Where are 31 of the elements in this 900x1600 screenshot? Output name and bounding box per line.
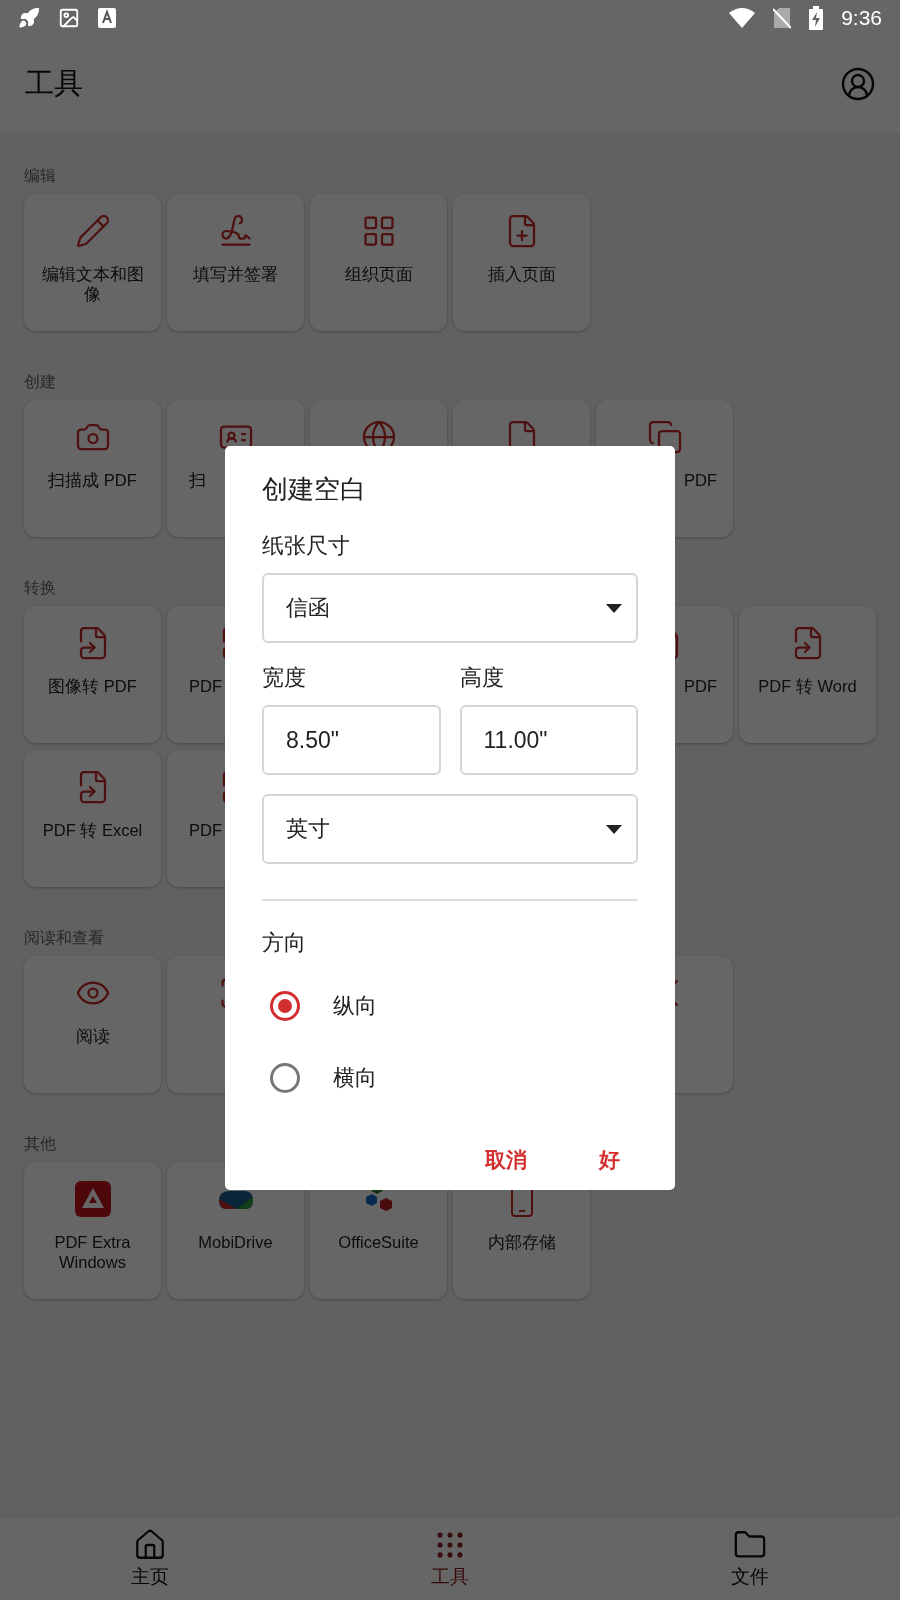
tile-label: MobiDrive xyxy=(198,1232,273,1252)
tile-label: PDF 转 Word xyxy=(758,676,857,696)
radio-label: 纵向 xyxy=(333,992,377,1020)
tile-label: PDF Extra Windows xyxy=(53,1232,132,1272)
tile-label: OfficeSuite xyxy=(338,1232,419,1252)
tile-label: PDF xyxy=(684,470,717,490)
tile-label: 扫 xyxy=(189,470,206,490)
tile-label: 编辑文本和图像 xyxy=(40,264,145,304)
tile-label: PDF 转 Excel xyxy=(42,820,143,840)
field-label: 高度 xyxy=(459,664,505,692)
tile-label: PDF xyxy=(189,820,222,840)
tile-label: 阅读 xyxy=(75,1026,110,1046)
section-heading: 阅读和查看 xyxy=(24,928,104,948)
field-label: 宽度 xyxy=(262,664,307,692)
tile-label: 组织页面 xyxy=(344,264,413,284)
clock-time: 9:36 xyxy=(841,6,882,30)
tile-label: 内部存储 xyxy=(487,1232,556,1252)
tile-label: PDF xyxy=(189,676,222,696)
section-heading: 创建 xyxy=(24,372,56,392)
tile-label: 图像转 PDF xyxy=(48,676,137,696)
tile-label: PDF xyxy=(684,676,717,696)
dialog-title: 创建空白 xyxy=(262,473,367,506)
page-title: 工具 xyxy=(25,65,84,102)
tile-label: 填写并签署 xyxy=(193,264,278,284)
field-label: 方向 xyxy=(262,929,307,957)
tile-label: 扫描成 PDF xyxy=(48,470,137,490)
section-heading: 其他 xyxy=(24,1134,56,1154)
tile-label: 插入页面 xyxy=(487,264,556,284)
field-label: 纸张尺寸 xyxy=(262,532,351,560)
section-heading: 转换 xyxy=(24,578,56,598)
radio-label: 横向 xyxy=(333,1064,377,1092)
